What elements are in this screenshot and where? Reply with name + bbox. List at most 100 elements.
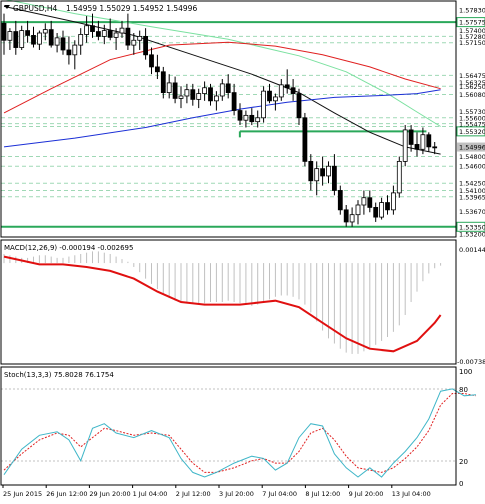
candle-body[interactable] [396, 160, 402, 194]
candle-body[interactable] [432, 146, 438, 149]
candle-body[interactable] [107, 30, 113, 38]
candle-body[interactable] [355, 204, 361, 216]
candle-body[interactable] [420, 134, 426, 150]
candle-body[interactable] [208, 87, 213, 102]
candle-body[interactable] [237, 110, 243, 121]
candle-body[interactable] [13, 31, 19, 48]
candle-body[interactable] [284, 84, 290, 89]
candle-body[interactable] [125, 27, 131, 46]
time-axis-label: 9 Jul 20:00 [349, 490, 384, 498]
candle-body[interactable] [78, 34, 84, 46]
candle-body[interactable] [84, 25, 89, 35]
stoch-axis-0: 0 [459, 480, 463, 488]
time-axis-label: 1 Jul 04:00 [133, 490, 168, 498]
stoch-axis-80: 80 [459, 386, 468, 394]
price-axis-label: 1.53670 [459, 208, 485, 216]
candle-body[interactable] [96, 31, 101, 37]
candle-body[interactable] [326, 165, 331, 177]
candle-body[interactable] [343, 209, 349, 223]
price-axis-label: 1.56080 [459, 91, 485, 99]
candle-body[interactable] [261, 90, 267, 119]
candle-body[interactable] [349, 214, 355, 223]
candle-body[interactable] [37, 32, 42, 45]
candle-body[interactable] [137, 35, 143, 41]
candle-body[interactable] [243, 114, 249, 121]
candle-body[interactable] [196, 93, 202, 100]
stoch-axis-20: 20 [459, 458, 468, 466]
candle-body[interactable] [143, 35, 149, 56]
candle-body[interactable] [219, 83, 225, 97]
time-axis-label: 3 Jul 20:00 [219, 490, 254, 498]
candle-body[interactable] [213, 95, 219, 102]
candle-body[interactable] [149, 54, 154, 68]
candle-body[interactable] [48, 29, 54, 46]
price-axis-label: 1.54800 [459, 153, 485, 161]
candle-body[interactable] [272, 96, 278, 102]
candle-body[interactable] [361, 197, 367, 206]
candle-body[interactable] [25, 30, 31, 36]
candle-body[interactable] [101, 30, 107, 37]
price-axis-label: 1.57575 [459, 19, 485, 27]
candle-body[interactable] [154, 66, 160, 73]
candle-body[interactable] [267, 90, 272, 102]
candle-body[interactable] [19, 30, 25, 48]
candle-body[interactable] [290, 87, 296, 94]
candle-body[interactable] [379, 202, 385, 218]
candle-body[interactable] [426, 134, 432, 148]
candle-body[interactable] [166, 82, 172, 93]
time-axis-label: 26 Jun 12:00 [46, 490, 87, 498]
ohlc-readout: 1.54959 1.55029 1.54952 1.54996 [66, 4, 197, 13]
candle-body[interactable] [131, 39, 137, 46]
candle-body[interactable] [202, 87, 208, 94]
candle-body[interactable] [66, 49, 72, 56]
candle-body[interactable] [337, 190, 343, 211]
candle-body[interactable] [72, 44, 78, 56]
candle-body[interactable] [1, 22, 7, 41]
price-axis-label: 1.57830 [459, 6, 485, 14]
candle-body[interactable] [31, 35, 36, 45]
macd-axis-top-label: 0.001448 [459, 246, 485, 254]
price-axis-label: 1.56250 [459, 83, 485, 91]
time-axis-label: 2 Jul 12:00 [176, 490, 211, 498]
candle-body[interactable] [42, 29, 48, 34]
candle-body[interactable] [408, 129, 414, 145]
candle-body[interactable] [402, 129, 408, 162]
time-axis-label: 29 Jun 20:00 [89, 490, 130, 498]
macd-title: MACD(12,26,9) -0.000194 -0.002695 [4, 244, 133, 252]
candle-body[interactable] [320, 168, 326, 177]
candle-body[interactable] [231, 92, 237, 111]
symbol-label: GBPUSD,H4 [13, 4, 58, 13]
candle-body[interactable] [308, 160, 314, 182]
candle-body[interactable] [160, 71, 166, 93]
price-axis-label: 1.54600 [459, 163, 485, 171]
candle-body[interactable] [184, 89, 190, 97]
candle-body[interactable] [331, 165, 337, 191]
candle-body[interactable] [302, 117, 308, 162]
candle-body[interactable] [249, 114, 255, 123]
candle-body[interactable] [225, 83, 231, 93]
price-axis-label: 1.55320 [459, 128, 485, 136]
candle-body[interactable] [255, 117, 261, 123]
candle-body[interactable] [178, 95, 184, 99]
candle-body[interactable] [390, 192, 396, 211]
time-axis-label: 8 Jul 12:00 [305, 490, 340, 498]
candle-body[interactable] [296, 93, 302, 119]
candle-body[interactable] [172, 82, 178, 99]
candle-body[interactable] [60, 37, 66, 51]
candle-body[interactable] [278, 84, 284, 98]
candle-body[interactable] [414, 144, 420, 150]
candle-body[interactable] [314, 168, 320, 182]
candle-body[interactable] [119, 27, 125, 34]
candle-body[interactable] [113, 32, 119, 38]
candle-body[interactable] [373, 207, 379, 218]
candle-body[interactable] [190, 89, 196, 100]
candle-body[interactable] [7, 31, 13, 41]
price-axis-label: 1.57150 [459, 39, 485, 47]
chart-canvas[interactable]: GBPUSD,H4 1.54959 1.55029 1.54952 1.5499… [0, 0, 485, 500]
candle-body[interactable] [90, 25, 95, 32]
candle-body[interactable] [54, 37, 60, 46]
candle-body[interactable] [385, 202, 390, 211]
time-axis-label: 25 Jun 2015 [3, 490, 42, 498]
trading-chart-window: GBPUSD,H4 1.54959 1.55029 1.54952 1.5499… [0, 0, 485, 500]
candle-body[interactable] [367, 197, 373, 208]
